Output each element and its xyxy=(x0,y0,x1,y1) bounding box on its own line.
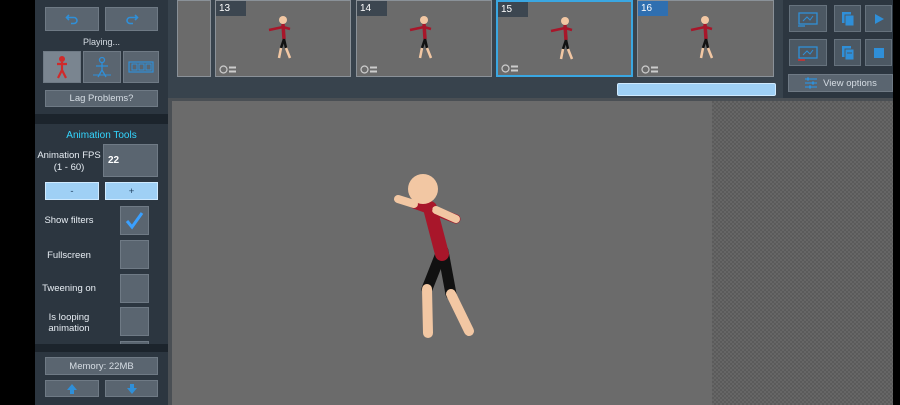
redo-icon xyxy=(125,14,139,25)
stop-icon xyxy=(873,47,884,58)
animation-stage[interactable] xyxy=(172,101,712,405)
left-black-border xyxy=(0,0,35,405)
frame-number: 13 xyxy=(216,1,246,16)
frame-thumbnail-selected[interactable]: 15 xyxy=(496,0,633,77)
memory-indicator: Memory: 22MB xyxy=(45,357,158,375)
fps-input[interactable]: 22 xyxy=(103,144,158,177)
copy-frame-button[interactable] xyxy=(834,5,861,32)
onion-skin-toggle[interactable] xyxy=(43,51,81,83)
fps-increase-button[interactable]: + xyxy=(105,182,158,200)
playing-status: Playing... xyxy=(82,37,121,47)
offstage-area xyxy=(712,101,893,405)
left-panel: Playing... Lag Problems? Animation Tools… xyxy=(35,0,168,405)
frame-thumbnail[interactable]: 14 xyxy=(356,0,492,77)
move-layer-up-button[interactable] xyxy=(45,380,99,397)
frame-thumbnail[interactable]: 16 xyxy=(637,0,774,77)
panel-divider xyxy=(35,114,168,124)
delete-frame-button[interactable] xyxy=(789,39,827,66)
sliders-icon xyxy=(805,77,818,89)
looping-checkbox[interactable] xyxy=(120,307,149,336)
arrow-down-icon xyxy=(126,383,137,394)
redo-button[interactable] xyxy=(105,7,158,31)
view-options-button[interactable]: View options xyxy=(788,74,893,92)
onion-skin-icon xyxy=(501,64,518,73)
stickman-red-icon xyxy=(57,56,67,79)
frame-figure xyxy=(550,17,574,60)
frame-number: 14 xyxy=(357,1,387,16)
show-filters-checkbox[interactable] xyxy=(120,206,149,235)
paste-icon xyxy=(841,45,854,60)
filmstrip-button[interactable] xyxy=(123,51,159,83)
fullscreen-label: Fullscreen xyxy=(47,250,91,261)
timeline-scrollbar-thumb[interactable] xyxy=(617,83,776,96)
fullscreen-checkbox[interactable] xyxy=(120,240,149,269)
stickman-move-icon xyxy=(93,56,111,78)
looping-label-line1: Is looping xyxy=(48,312,90,323)
frame-figure xyxy=(268,16,292,59)
right-black-border xyxy=(893,0,900,405)
lag-problems-button[interactable]: Lag Problems? xyxy=(45,90,158,107)
onion-skin-icon xyxy=(641,65,658,74)
panel-divider-bottom xyxy=(35,344,168,352)
show-filters-label: Show filters xyxy=(44,215,94,226)
tweening-label: Tweening on xyxy=(42,283,96,294)
onion-skin-icon xyxy=(360,65,377,74)
frame-number: 15 xyxy=(498,2,528,17)
copy-icon xyxy=(841,11,854,26)
filmstrip-icon xyxy=(128,61,154,73)
frame-number: 16 xyxy=(638,1,668,16)
arrow-up-icon xyxy=(67,383,77,394)
play-icon xyxy=(874,13,884,24)
frame-thumbnail-prev[interactable] xyxy=(177,0,211,77)
move-layer-down-button[interactable] xyxy=(105,380,158,397)
timeline-strip: 13 14 15 16 xyxy=(168,0,783,98)
fps-value: 22 xyxy=(108,155,120,166)
paste-frame-button[interactable] xyxy=(834,39,861,66)
frame-thumbnail[interactable]: 13 xyxy=(215,0,351,77)
view-options-label: View options xyxy=(823,77,877,89)
fps-label-line2: (1 - 60) xyxy=(53,162,85,173)
checkmark-icon xyxy=(125,212,144,230)
tweening-checkbox[interactable] xyxy=(120,274,149,303)
stop-button[interactable] xyxy=(865,39,892,66)
fps-label-line1: Animation FPS xyxy=(37,150,101,161)
fps-decrease-button[interactable]: - xyxy=(45,182,99,200)
move-figure-button[interactable] xyxy=(83,51,121,83)
looping-label-line2: animation xyxy=(48,323,90,334)
add-frame-button[interactable] xyxy=(789,5,827,32)
frame-figure xyxy=(409,16,433,59)
undo-icon xyxy=(65,14,78,25)
undo-button[interactable] xyxy=(45,7,99,31)
delete-frame-icon xyxy=(798,45,818,61)
animation-tools-title: Animation Tools xyxy=(66,130,137,141)
onion-skin-icon xyxy=(219,65,236,74)
add-frame-icon xyxy=(798,11,818,27)
right-panel: View options xyxy=(783,0,893,98)
frame-figure xyxy=(690,16,714,59)
stick-figure[interactable] xyxy=(172,101,712,405)
play-button[interactable] xyxy=(865,5,892,32)
